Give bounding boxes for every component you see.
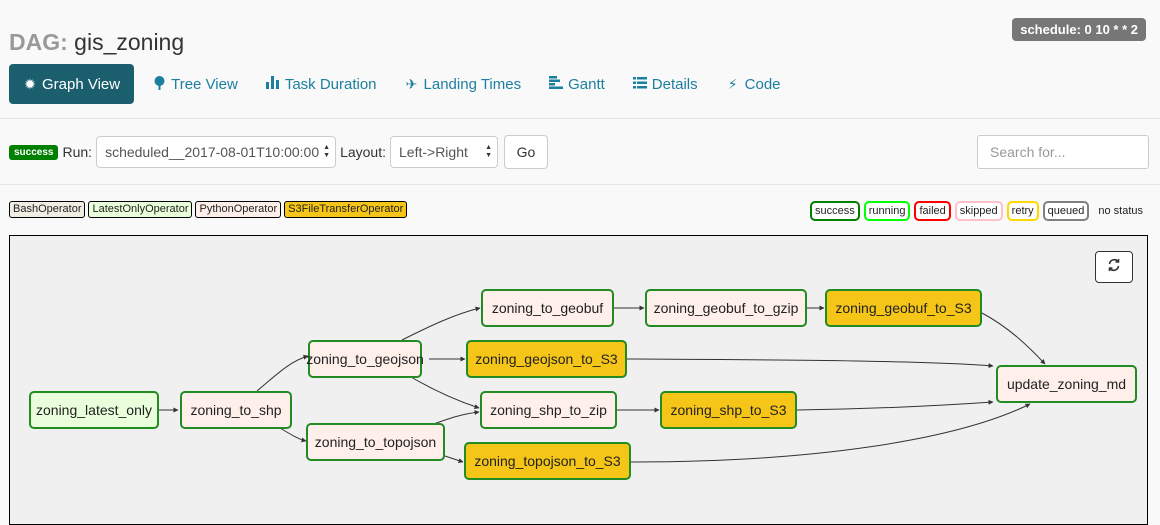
task-node[interactable]: zoning_shp_to_zip bbox=[480, 391, 617, 429]
tab-label: Tree View bbox=[171, 75, 238, 93]
gantt-icon bbox=[549, 76, 564, 92]
run-state-badge: success bbox=[9, 144, 59, 160]
tab-details[interactable]: Details bbox=[619, 64, 712, 104]
layout-label: Layout: bbox=[340, 144, 386, 160]
tab-tree-view[interactable]: Tree View bbox=[138, 64, 252, 104]
run-controls: success Run: scheduled__2017-08-01T10:00… bbox=[9, 135, 548, 169]
schedule-badge: schedule: 0 10 * * 2 bbox=[1012, 18, 1146, 41]
legend-python-operator: PythonOperator bbox=[195, 201, 282, 218]
bar-chart-icon bbox=[266, 76, 280, 92]
divider bbox=[0, 184, 1160, 185]
select-arrows-icon: ▲ ▼ bbox=[323, 144, 331, 159]
operator-legend: BashOperator LatestOnlyOperator PythonOp… bbox=[9, 201, 408, 218]
refresh-button[interactable] bbox=[1095, 251, 1133, 283]
tree-icon bbox=[152, 75, 166, 93]
legend-state-queued[interactable]: queued bbox=[1042, 201, 1090, 221]
edge bbox=[410, 376, 480, 409]
task-node[interactable]: zoning_to_shp bbox=[180, 391, 292, 429]
view-tabs: ✹ Graph View Tree View Task Duration ✈ L… bbox=[9, 64, 795, 104]
task-node[interactable]: zoning_to_geojson bbox=[306, 340, 424, 378]
task-node[interactable]: zoning_to_topojson bbox=[306, 423, 445, 461]
plane-icon: ✈ bbox=[405, 75, 418, 92]
divider bbox=[0, 118, 1160, 119]
tab-label: Code bbox=[744, 75, 781, 93]
go-button[interactable]: Go bbox=[504, 135, 548, 169]
select-arrows-icon: ▲ ▼ bbox=[485, 144, 492, 159]
edge bbox=[796, 399, 994, 411]
dag-graph: zoning_latest_only zoning_to_shp zoning_… bbox=[9, 235, 1148, 525]
tab-landing-times[interactable]: ✈ Landing Times bbox=[391, 64, 536, 104]
state-legend: success running failed skipped retry que… bbox=[809, 201, 1143, 221]
tab-task-duration[interactable]: Task Duration bbox=[252, 64, 391, 104]
legend-state-retry[interactable]: retry bbox=[1006, 201, 1039, 221]
run-label: Run: bbox=[62, 144, 93, 160]
task-node[interactable]: zoning_topojson_to_S3 bbox=[464, 442, 631, 480]
refresh-icon bbox=[1107, 258, 1121, 277]
asterisk-icon: ✹ bbox=[24, 75, 36, 92]
page-title: DAG: gis_zoning bbox=[9, 29, 184, 55]
dag-id: gis_zoning bbox=[74, 29, 185, 55]
dag-edges bbox=[159, 305, 1046, 463]
tab-graph-view[interactable]: ✹ Graph View bbox=[9, 64, 135, 104]
tab-label: Task Duration bbox=[284, 75, 377, 93]
task-node[interactable]: zoning_latest_only bbox=[29, 391, 159, 429]
tab-label: Details bbox=[651, 75, 698, 93]
layout-select[interactable]: Left->Right ▲ ▼ bbox=[390, 136, 498, 168]
legend-latest-only-operator: LatestOnlyOperator bbox=[88, 201, 193, 218]
legend-state-failed[interactable]: failed bbox=[914, 201, 951, 221]
task-node[interactable]: zoning_to_geobuf bbox=[481, 289, 614, 327]
task-node[interactable]: zoning_geobuf_to_gzip bbox=[645, 289, 807, 327]
tab-gantt[interactable]: Gantt bbox=[535, 64, 619, 104]
task-node[interactable]: zoning_geojson_to_S3 bbox=[466, 340, 627, 378]
search-input[interactable] bbox=[977, 135, 1149, 169]
dag-prefix: DAG: bbox=[9, 29, 68, 55]
task-node[interactable]: zoning_shp_to_S3 bbox=[660, 391, 797, 429]
task-node[interactable]: update_zoning_md bbox=[996, 365, 1137, 403]
legend-s3-file-transfer-operator: S3FileTransferOperator bbox=[284, 201, 408, 218]
task-node[interactable]: zoning_geobuf_to_S3 bbox=[825, 289, 982, 327]
legend-bash-operator: BashOperator bbox=[9, 201, 86, 218]
tab-label: Graph View bbox=[42, 75, 121, 93]
flash-icon: ⚡︎ bbox=[727, 75, 738, 92]
legend-state-skipped[interactable]: skipped bbox=[954, 201, 1003, 221]
tab-label: Gantt bbox=[568, 75, 605, 93]
edge bbox=[981, 312, 1046, 365]
edge bbox=[256, 354, 309, 392]
legend-state-running[interactable]: running bbox=[863, 201, 911, 221]
edge bbox=[279, 427, 307, 443]
layout-select-value: Left->Right bbox=[399, 144, 468, 160]
tab-code[interactable]: ⚡︎ Code bbox=[712, 64, 795, 104]
legend-no-status: no status bbox=[1098, 205, 1144, 217]
edge bbox=[401, 306, 481, 341]
legend-state-success[interactable]: success bbox=[810, 201, 860, 221]
edge bbox=[444, 455, 464, 463]
edge bbox=[626, 358, 994, 369]
tab-label: Landing Times bbox=[423, 75, 522, 93]
run-select[interactable]: scheduled__2017-08-01T10:00:00 ▲ ▼ bbox=[96, 136, 337, 168]
run-select-value: scheduled__2017-08-01T10:00:00 bbox=[105, 144, 320, 160]
list-icon bbox=[632, 76, 647, 92]
